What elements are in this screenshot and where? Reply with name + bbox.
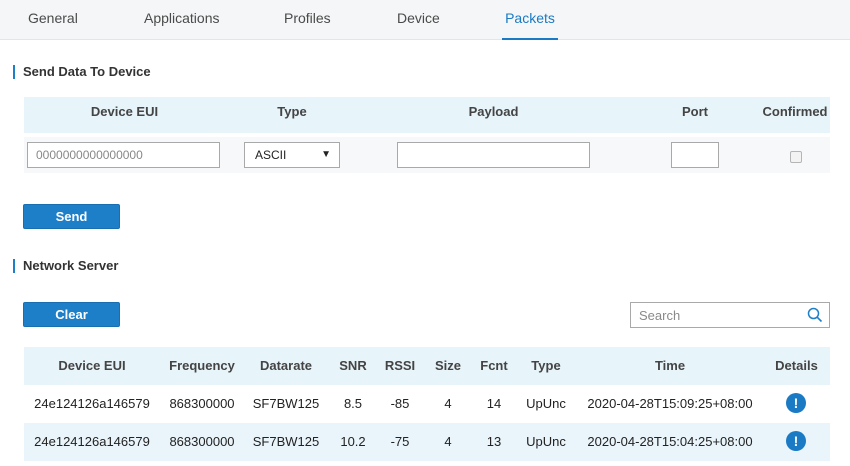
col-port: Port <box>682 104 708 119</box>
cell-frequency: 868300000 <box>169 434 235 449</box>
cell-device-eui: 24e124126a146579 <box>34 396 150 411</box>
cell-datarate: SF7BW125 <box>252 434 320 449</box>
cell-size: 4 <box>444 396 452 411</box>
cell-snr: 10.2 <box>340 434 366 449</box>
th-fcnt: Fcnt <box>480 358 508 373</box>
info-icon[interactable]: ! <box>786 431 806 451</box>
confirmed-checkbox[interactable] <box>790 151 802 163</box>
device-eui-input[interactable] <box>27 142 220 168</box>
tab-applications[interactable]: Applications <box>144 0 220 40</box>
th-device-eui: Device EUI <box>58 358 126 373</box>
cell-datarate: SF7BW125 <box>252 396 320 411</box>
type-select[interactable]: ASCII ▼ <box>244 142 340 168</box>
cell-rssi: -85 <box>390 396 410 411</box>
cell-rssi: -75 <box>390 434 410 449</box>
table-row-partial <box>24 461 830 466</box>
tab-profiles[interactable]: Profiles <box>284 0 331 40</box>
send-section-title: Send Data To Device <box>13 65 151 79</box>
type-select-value: ASCII <box>255 148 287 162</box>
cell-time: 2020-04-28T15:04:25+08:00 <box>587 434 753 449</box>
tab-packets[interactable]: Packets <box>502 0 558 40</box>
th-size: Size <box>434 358 461 373</box>
th-rssi: RSSI <box>384 358 416 373</box>
cell-fcnt: 13 <box>486 434 502 449</box>
cell-size: 4 <box>444 434 452 449</box>
th-details: Details <box>775 358 818 373</box>
tab-bar: General Applications Profiles Device Pac… <box>0 0 850 40</box>
th-type: Type <box>531 358 561 373</box>
packets-table-header: Device EUI Frequency Datarate SNR RSSI S… <box>24 347 830 385</box>
send-button[interactable]: Send <box>23 204 120 229</box>
search-input[interactable] <box>631 303 801 327</box>
th-time: Time <box>654 358 686 373</box>
clear-button[interactable]: Clear <box>23 302 120 327</box>
cell-time: 2020-04-28T15:09:25+08:00 <box>587 396 753 411</box>
tab-general[interactable]: General <box>28 0 78 40</box>
col-type: Type <box>277 104 307 119</box>
port-input[interactable] <box>671 142 719 168</box>
th-datarate: Datarate <box>259 358 313 373</box>
table-row: 24e124126a146579 868300000 SF7BW125 10.2… <box>24 423 830 461</box>
chevron-down-icon: ▼ <box>321 149 331 160</box>
col-device-eui: Device EUI <box>90 104 159 119</box>
th-snr: SNR <box>339 358 367 373</box>
cell-type: UpUnc <box>526 434 566 449</box>
network-section-title: Network Server <box>13 259 118 273</box>
cell-type: UpUnc <box>526 396 566 411</box>
col-payload: Payload <box>468 104 519 119</box>
send-form-header: Device EUI Type Payload Port Confirmed <box>24 97 830 133</box>
info-icon[interactable]: ! <box>786 393 806 413</box>
cell-device-eui: 24e124126a146579 <box>34 434 150 449</box>
col-confirmed: Confirmed <box>762 104 828 119</box>
cell-snr: 8.5 <box>343 396 363 411</box>
search-box <box>630 302 830 328</box>
tab-device[interactable]: Device <box>397 0 440 40</box>
table-row: 24e124126a146579 868300000 SF7BW125 8.5 … <box>24 385 830 423</box>
cell-fcnt: 14 <box>486 396 502 411</box>
th-frequency: Frequency <box>169 358 235 373</box>
cell-frequency: 868300000 <box>169 396 235 411</box>
search-icon[interactable] <box>807 307 823 323</box>
payload-input[interactable] <box>397 142 590 168</box>
